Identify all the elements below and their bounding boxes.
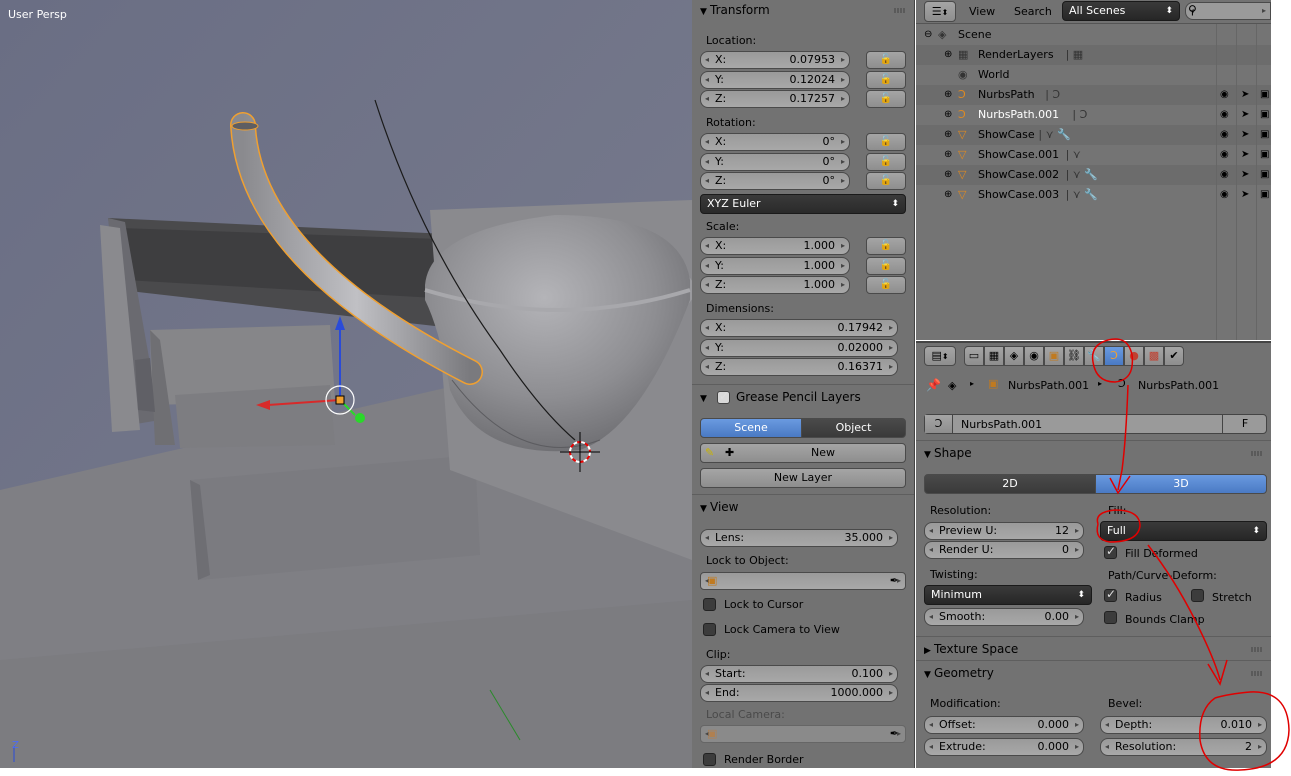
annotation-arrow xyxy=(1147,544,1228,686)
annotation-circle xyxy=(1096,509,1141,543)
annotation-circle xyxy=(1091,338,1134,383)
annotation-arrow xyxy=(1109,384,1131,495)
annotation-overlay xyxy=(1091,338,1290,771)
annotation-circle xyxy=(1199,691,1290,771)
